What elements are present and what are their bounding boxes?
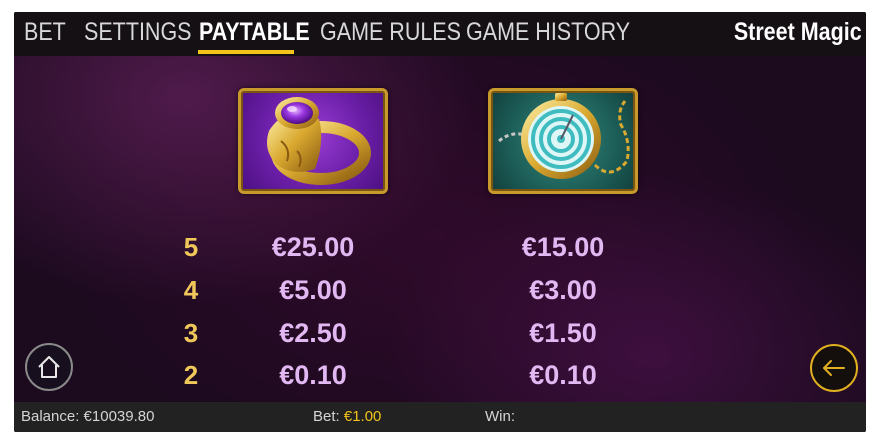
- paytable-panel: 5 €25.00 €15.00 4 €5.00 €3.00 3 €2.50 €1…: [14, 56, 866, 402]
- symbol-count: 2: [183, 360, 199, 390]
- tab-game-history[interactable]: GAME HISTORY: [466, 12, 630, 56]
- bet-label: Bet:: [313, 408, 340, 425]
- bet-display: Bet: €1.00: [313, 402, 381, 432]
- balance-value: €10039.80: [83, 408, 155, 425]
- watch-payout: €3.00: [529, 275, 597, 305]
- game-window: BET SETTINGS PAYTABLE GAME RULES GAME HI…: [14, 12, 866, 432]
- balance-display: Balance: €10039.80: [21, 402, 154, 432]
- watch-payout: €0.10: [529, 360, 597, 390]
- home-icon: [38, 356, 60, 378]
- win-label: Win:: [485, 408, 515, 425]
- pocket-watch-icon: [498, 93, 630, 179]
- tab-settings[interactable]: SETTINGS: [84, 12, 192, 56]
- top-navigation-bar: BET SETTINGS PAYTABLE GAME RULES GAME HI…: [14, 12, 866, 56]
- watch-symbol-card: [488, 88, 638, 194]
- win-display: Win:: [485, 402, 515, 432]
- balance-label: Balance:: [21, 408, 80, 425]
- ring-payout: €5.00: [279, 275, 347, 305]
- ring-payout: €2.50: [279, 318, 347, 348]
- status-bar: Balance: €10039.80 Bet: €1.00 Win:: [14, 402, 866, 432]
- paytable-row-3: 3 €2.50 €1.50: [14, 318, 866, 348]
- amethyst-ring-icon: [267, 97, 371, 185]
- ring-payout: €25.00: [271, 232, 355, 262]
- watch-payout: €15.00: [521, 232, 605, 262]
- active-tab-indicator: [198, 50, 294, 54]
- bet-value: €1.00: [343, 408, 382, 425]
- tab-game-rules[interactable]: GAME RULES: [320, 12, 461, 56]
- paytable-row-5: 5 €25.00 €15.00: [14, 232, 866, 262]
- paytable-row-4: 4 €5.00 €3.00: [14, 275, 866, 305]
- symbol-count: 3: [183, 318, 199, 348]
- tab-bet[interactable]: BET: [24, 12, 66, 56]
- ring-symbol-card: [238, 88, 388, 194]
- arrow-left-icon: [823, 360, 845, 376]
- back-button[interactable]: [810, 344, 858, 392]
- symbol-count: 5: [183, 232, 199, 262]
- game-title: Street Magic: [734, 18, 862, 46]
- watch-payout: €1.50: [529, 318, 597, 348]
- ring-payout: €0.10: [279, 360, 347, 390]
- symbol-count: 4: [183, 275, 199, 305]
- paytable-row-2: 2 €0.10 €0.10: [14, 360, 866, 390]
- home-button[interactable]: [25, 343, 73, 391]
